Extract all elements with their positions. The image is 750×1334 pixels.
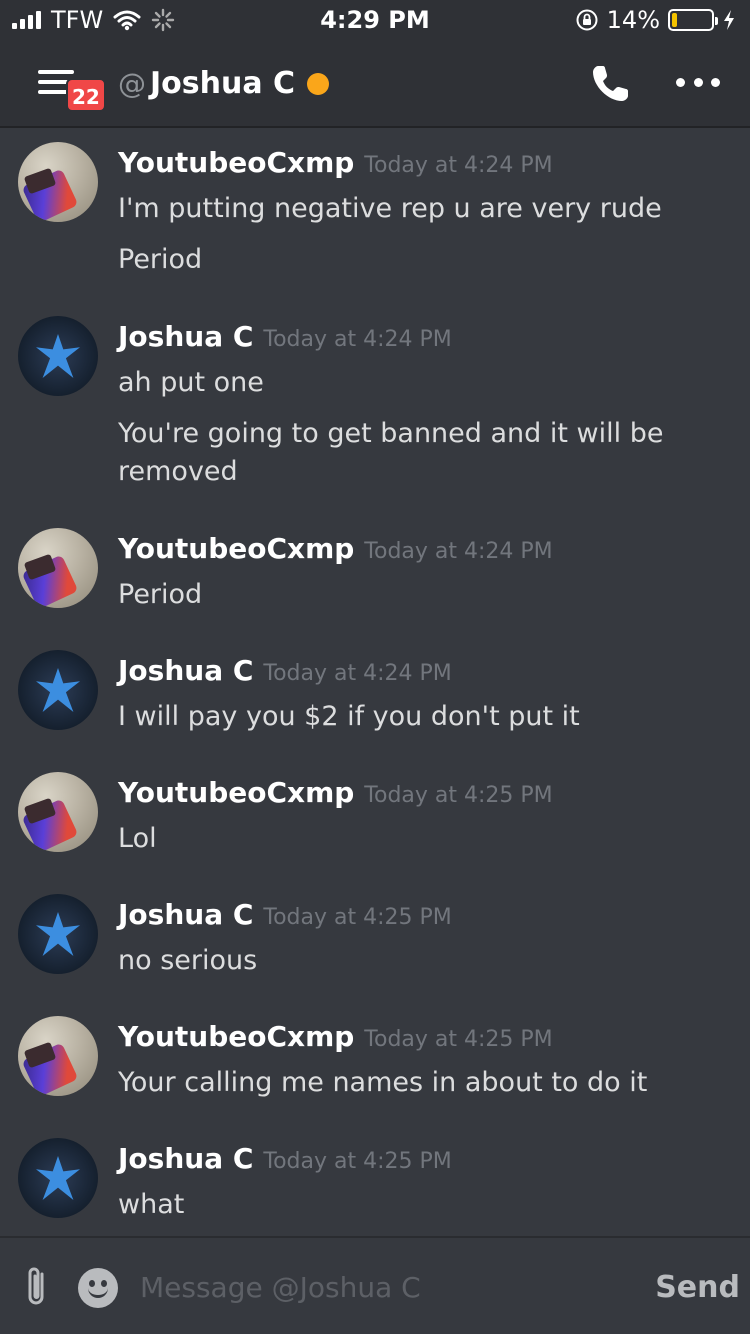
message-composer: Send (0, 1236, 750, 1334)
message-text: ah put one (118, 367, 264, 398)
message-timestamp: Today at 4:25 PM (364, 1027, 553, 1052)
status-right: 14% (575, 6, 736, 34)
message-text: Period (118, 244, 203, 275)
emoji-button[interactable] (78, 1268, 118, 1308)
message-timestamp: Today at 4:24 PM (263, 661, 452, 686)
message-timestamp: Today at 4:25 PM (364, 783, 553, 808)
send-button[interactable]: Send (650, 1264, 740, 1310)
message-text: no serious (118, 945, 258, 976)
more-dots-icon-dot (693, 77, 703, 87)
rotation-lock-icon (576, 9, 598, 31)
avatar[interactable] (18, 316, 98, 396)
message-timestamp: Today at 4:24 PM (364, 153, 553, 178)
message-text: Period (118, 579, 203, 610)
author-name[interactable]: YoutubeoCxmp (118, 776, 354, 809)
charging-icon (724, 10, 734, 30)
avatar[interactable] (18, 894, 98, 974)
message-timestamp: Today at 4:24 PM (263, 327, 452, 352)
more-dots-icon-dot (711, 77, 720, 87)
message-header: YoutubeoCxmp Today at 4:25 PM (118, 1020, 553, 1053)
author-name[interactable]: YoutubeoCxmp (118, 1020, 354, 1053)
paperclip-icon (28, 1267, 44, 1305)
message-text: I will pay you $2 if you don't put it (118, 701, 580, 732)
battery-icon (668, 9, 718, 31)
channel-header: 22 @ Joshua C (0, 40, 750, 128)
idle-status-icon (307, 72, 330, 95)
message-header: YoutubeoCxmp Today at 4:24 PM (118, 532, 553, 565)
message-header: Joshua C Today at 4:24 PM (118, 654, 452, 687)
message-header: YoutubeoCxmp Today at 4:25 PM (118, 776, 553, 809)
author-name[interactable]: Joshua C (118, 654, 253, 687)
at-symbol: @ (118, 67, 146, 100)
channel-name: Joshua C (150, 66, 296, 101)
avatar[interactable] (18, 650, 98, 730)
unread-badge: 22 (66, 78, 106, 112)
author-name[interactable]: Joshua C (118, 1142, 253, 1175)
more-options-button[interactable] (676, 70, 720, 94)
phone-icon (593, 66, 628, 101)
message-input[interactable] (140, 1262, 630, 1312)
avatar[interactable] (18, 142, 98, 222)
status-bar: TFW 4:29 PM 14% (0, 0, 750, 40)
message-text: Lol (118, 823, 157, 854)
author-name[interactable]: YoutubeoCxmp (118, 532, 354, 565)
author-name[interactable]: YoutubeoCxmp (118, 146, 354, 179)
message-header: Joshua C Today at 4:25 PM (118, 1142, 452, 1175)
author-name[interactable]: Joshua C (118, 898, 253, 931)
hamburger-icon (38, 70, 74, 74)
battery-percent: 14% (606, 6, 660, 34)
message-header: Joshua C Today at 4:25 PM (118, 898, 452, 931)
message-header: YoutubeoCxmp Today at 4:24 PM (118, 146, 553, 179)
message-text: You're going to get banned and it will b… (118, 418, 664, 449)
battery-fill (672, 13, 678, 27)
message-header: Joshua C Today at 4:24 PM (118, 320, 452, 353)
message-timestamp: Today at 4:25 PM (263, 905, 452, 930)
avatar[interactable] (18, 772, 98, 852)
author-name[interactable]: Joshua C (118, 320, 253, 353)
message-timestamp: Today at 4:24 PM (364, 539, 553, 564)
message-text: Your calling me names in about to do it (118, 1067, 648, 1098)
call-button[interactable] (588, 62, 632, 106)
message-text: what (118, 1189, 185, 1220)
avatar[interactable] (18, 528, 98, 608)
message-text: I'm putting negative rep u are very rude (118, 193, 662, 224)
menu-button[interactable]: 22 (38, 70, 106, 120)
attach-button[interactable] (22, 1264, 52, 1310)
message-text: removed (118, 456, 238, 487)
avatar[interactable] (18, 1138, 98, 1218)
message-list[interactable]: YoutubeoCxmp Today at 4:24 PM I'm puttin… (0, 128, 750, 1236)
emoji-icon (88, 1288, 108, 1298)
message-timestamp: Today at 4:25 PM (263, 1149, 452, 1174)
avatar[interactable] (18, 1016, 98, 1096)
channel-title[interactable]: @ Joshua C (118, 66, 330, 101)
more-dots-icon (676, 77, 685, 87)
